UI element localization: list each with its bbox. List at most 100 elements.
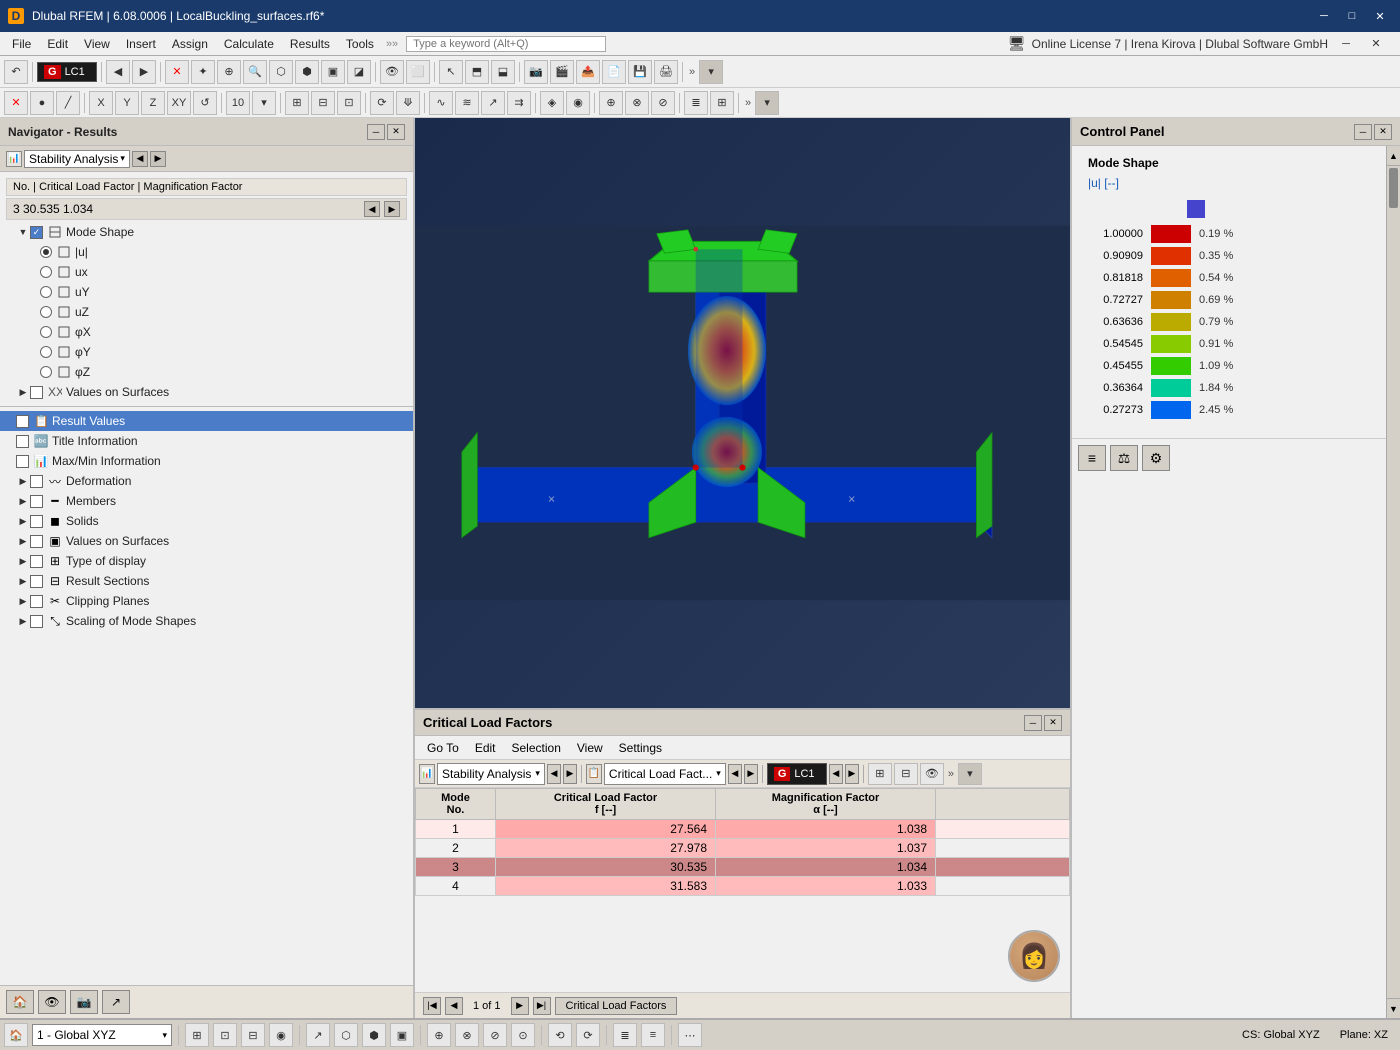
tb2-curve[interactable]: ∿ [429,91,453,115]
footer-last[interactable]: ▶| [533,997,551,1015]
def-expand[interactable]: ▶ [16,474,30,488]
result-values-item[interactable]: 📋 Result Values [0,411,413,431]
mode-prev[interactable]: ◀ [364,201,380,217]
tb-render1[interactable]: ⬡ [269,60,293,84]
mode-ux[interactable]: ux [0,262,413,282]
tb2-axis-xy[interactable]: XY [167,91,191,115]
bottom-settings[interactable]: Settings [613,740,668,756]
status-btn8[interactable]: ▣ [390,1023,414,1047]
tb2-load1[interactable]: ⟳ [370,91,394,115]
solids-cb[interactable] [30,515,43,528]
tb2-dir[interactable]: ⇉ [507,91,531,115]
bt-lc-selector[interactable]: G LC1 [767,763,827,785]
mode-uy[interactable]: uY [0,282,413,302]
tb2-line[interactable]: ╱ [56,91,80,115]
tb2-del[interactable]: ⊗ [625,91,649,115]
maximize-button[interactable]: □ [1340,6,1364,26]
tb-camera[interactable]: 📷 [524,60,548,84]
bt-sa-next[interactable]: ▶ [563,764,577,784]
status-btn15[interactable]: ≣ [613,1023,637,1047]
coord-system-dropdown[interactable]: 1 - Global XYZ ▾ [32,1024,172,1046]
bt-btn3[interactable]: 👁 [920,763,944,785]
bt-lc-prev[interactable]: ◀ [829,764,843,784]
tb2-analysis1[interactable]: ≣ [684,91,708,115]
nav-eye-btn[interactable]: 👁 [38,990,66,1014]
tb2-rotate[interactable]: ↺ [193,91,217,115]
scroll-down[interactable]: ▼ [1387,998,1400,1018]
mode-phiz[interactable]: φZ [0,362,413,382]
tb-export[interactable]: 📤 [576,60,600,84]
tb-arrow[interactable]: ▾ [699,60,723,84]
type-display-item[interactable]: ▶ ⊞ Type of display [0,551,413,571]
stability-analysis-dropdown[interactable]: Stability Analysis ▾ [24,150,130,168]
tb2-analysis2[interactable]: ⊞ [710,91,734,115]
table-row[interactable]: 4 31.583 1.033 [416,877,1070,896]
tb-view1[interactable]: ⬜ [406,60,430,84]
nav-prev-btn[interactable]: ◀ [132,151,148,167]
maxmin-cb[interactable] [16,455,29,468]
td-cb[interactable] [30,555,43,568]
vs2-expand[interactable]: ▶ [16,534,30,548]
rs-expand[interactable]: ▶ [16,574,30,588]
menu-view[interactable]: View [76,35,118,53]
table-row-selected[interactable]: 3 30.535 1.034 [416,858,1070,877]
cp-close[interactable]: ✕ [1374,124,1392,140]
tb-next-lc[interactable]: ▶ [132,60,156,84]
tb-undo[interactable]: ↶ [4,60,28,84]
mode-uy-radio[interactable] [40,286,52,298]
mode-phix-radio[interactable] [40,326,52,338]
vs2-cb[interactable] [30,535,43,548]
footer-first[interactable]: |◀ [423,997,441,1015]
tb-render4[interactable]: ◪ [347,60,371,84]
tb2-axis-z[interactable]: Z [141,91,165,115]
tb2-arrow[interactable]: ▾ [755,91,779,115]
bottom-selection[interactable]: Selection [506,740,567,756]
maxmin-item[interactable]: 📊 Max/Min Information [0,451,413,471]
result-sections-item[interactable]: ▶ ⊟ Result Sections [0,571,413,591]
mode-shape-item[interactable]: ▼ ✓ Mode Shape [0,222,413,242]
deformation-cb[interactable] [30,475,43,488]
clf-dropdown[interactable]: Critical Load Fact... ▾ [604,763,726,785]
status-home-btn[interactable]: 🏠 [4,1023,28,1047]
status-btn17[interactable]: ⋯ [678,1023,702,1047]
cp-restore[interactable]: ─ [1354,124,1372,140]
bt-btn1[interactable]: ⊞ [868,763,892,785]
members-cb[interactable] [30,495,43,508]
tb2-mesh[interactable]: ⊟ [311,91,335,115]
search-input[interactable] [406,36,606,52]
tb2-cancel[interactable]: ✕ [4,91,28,115]
menu-overflow[interactable]: »» [386,38,398,50]
tb-zoom[interactable]: 🔍 [243,60,267,84]
menu-edit[interactable]: Edit [39,35,76,53]
values-surfaces-item2[interactable]: ▶ ▣ Values on Surfaces [0,531,413,551]
tb2-axis-y[interactable]: Y [115,91,139,115]
tb2-axis-x[interactable]: X [89,91,113,115]
tb-overflow[interactable]: » [687,66,697,78]
scroll-thumb[interactable] [1389,168,1398,208]
3d-viewport[interactable]: ✕ ✕ [415,118,1070,708]
mode-phiy[interactable]: φY [0,342,413,362]
tb2-node[interactable]: ● [30,91,54,115]
menu-calculate[interactable]: Calculate [216,35,282,53]
nav-camera-btn[interactable]: 📷 [70,990,98,1014]
cp-btn-settings[interactable]: ⚙ [1142,445,1170,471]
status-btn6[interactable]: ⬡ [334,1023,358,1047]
scaling-item[interactable]: ▶ ⤡ Scaling of Mode Shapes [0,611,413,631]
tb-cam2[interactable]: 🎬 [550,60,574,84]
tb2-arrow2[interactable]: ↗ [481,91,505,115]
license-minimize[interactable]: ─ [1334,34,1358,54]
tb-select2[interactable]: ⬒ [465,60,489,84]
tb-select3[interactable]: ⬓ [491,60,515,84]
footer-tab[interactable]: Critical Load Factors [555,997,678,1015]
bottom-view[interactable]: View [571,740,609,756]
footer-prev[interactable]: ◀ [445,997,463,1015]
tb2-grid[interactable]: ⊡ [337,91,361,115]
values-on-surfaces-item[interactable]: ▶ XX Values on Surfaces [0,382,413,402]
tb2-overflow[interactable]: » [743,97,753,109]
bt-lc-next[interactable]: ▶ [845,764,859,784]
status-btn3[interactable]: ⊟ [241,1023,265,1047]
mode-u-abs[interactable]: |u| [0,242,413,262]
bottom-close[interactable]: ✕ [1044,715,1062,731]
cp-scrollbar[interactable]: ▲ ▼ [1386,146,1400,1018]
nav-restore-btn[interactable]: ─ [367,124,385,140]
